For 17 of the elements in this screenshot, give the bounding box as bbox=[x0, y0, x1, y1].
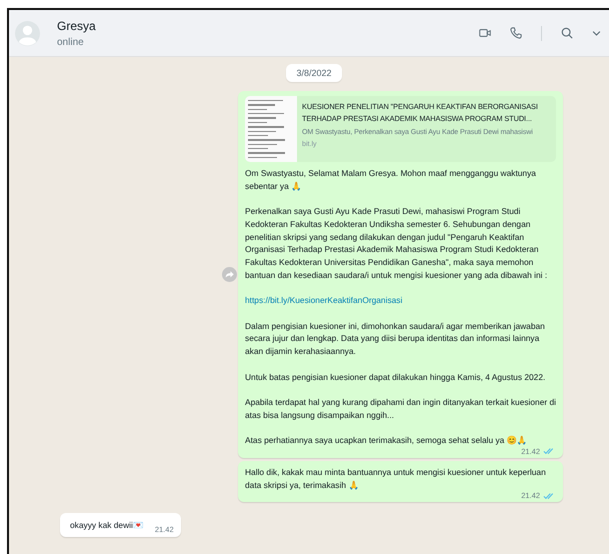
message-text: Atas perhatiannya saya ucapkan terimakasih, semoga sehat selalu ya 😊🙏 bbox=[245, 434, 528, 447]
date-badge: 3/8/2022 bbox=[286, 64, 342, 82]
message-text: okayyy kak dewii💌 bbox=[70, 519, 143, 532]
message-link[interactable]: https://bit.ly/KuesionerKeaktifanOrganisasi bbox=[245, 294, 556, 308]
video-call-icon[interactable] bbox=[479, 27, 491, 39]
message-text: Perkenalkan saya Gusti Ayu Kade Prasuti Dewi, mahasiswi Program Studi Kedokteran Fakultas Kedokteran Undiksha semester 6. Sehubungan dengan penelitian skripsi yang sedang dilakukan dengan judul "Pengaruh Keaktifan Organisasi Terhadap Prestasi Akademik Mahasiswa Program Studi Kedokteran Fakultas Kedokteran Universitas Pendidikan Ganesha", maka saya memohon bantuan dan kesediaan saudara/i untuk mengisi kuesioner yang ada dibawah ini : bbox=[245, 205, 548, 282]
phone-icon[interactable] bbox=[510, 27, 522, 39]
search-icon[interactable] bbox=[561, 27, 573, 39]
message-text: Om Swastyastu, Selamat Malam Gresya. Mohon maaf mengganggu waktunya sebentar ya 🙏 bbox=[245, 167, 537, 193]
contact-status: online bbox=[57, 36, 85, 48]
message-text: Apabila terdapat hal yang kurang dipahami dan ingin ditanyakan terkait kuesioner di atas bisa langsung disampaikan nggih... bbox=[245, 396, 556, 422]
message-text: Dalam pengisian kuesioner ini, dimohonkan saudara/i agar memberikan jawaban secara jujur dan lengkap. Data yang diisi berupa identitas dan informasi lainnya akan dijamin kerahasiaannya. bbox=[245, 320, 546, 358]
chevron-down-icon[interactable] bbox=[592, 30, 601, 36]
message-text: Untuk batas pengisian kuesioner dapat dilakukan hingga Kamis, 4 Agustus 2022. bbox=[245, 370, 546, 384]
contact-name: Gresya bbox=[57, 18, 96, 32]
message-text: Hallo dik, kakak mau minta bantuannya untuk mengisi kuesioner untuk keperluan data skripsi ya, terimakasih 🙏 bbox=[245, 466, 547, 492]
document-thumbnail bbox=[245, 96, 297, 162]
